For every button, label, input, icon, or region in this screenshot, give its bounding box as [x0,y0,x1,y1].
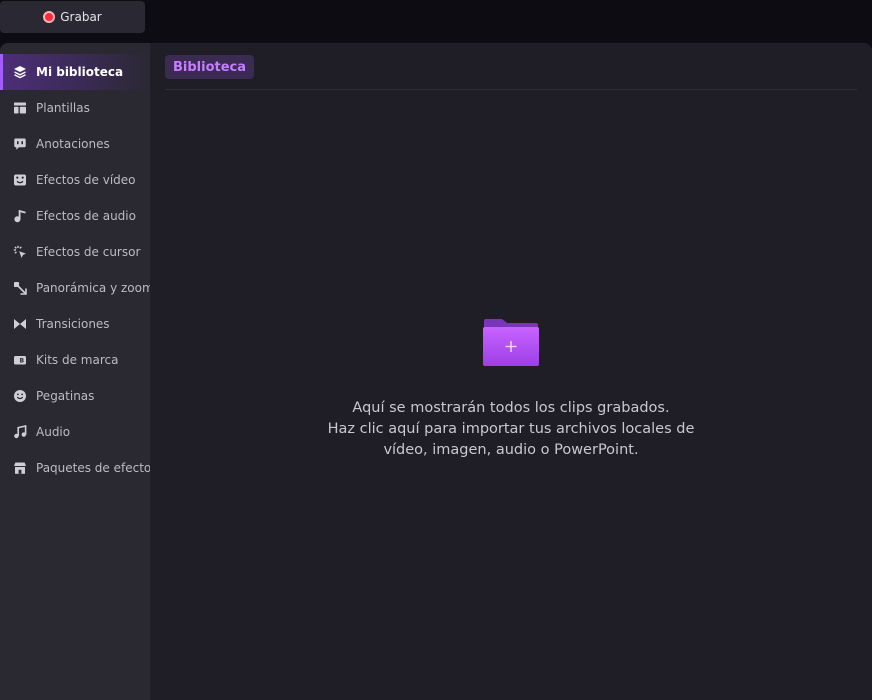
record-button[interactable]: Grabar [0,1,145,33]
sidebar-item-label: Paquetes de efectos [36,461,158,475]
transition-icon [13,317,27,331]
sidebar-item-label: Efectos de vídeo [36,173,136,187]
cursor-click-icon [13,245,27,259]
sidebar-item-label: Kits de marca [36,353,119,367]
tab-biblioteca[interactable]: Biblioteca [165,55,255,79]
sidebar-item-pegatinas[interactable]: Pegatinas [0,378,150,414]
sidebar-item-plantillas[interactable]: Plantillas [0,90,150,126]
record-icon [43,11,56,23]
sidebar-item-label: Audio [36,425,71,439]
sidebar-item-label: Transiciones [36,317,110,331]
sidebar-item-label: Mi biblioteca [36,65,124,79]
brand-kit-icon: B [13,353,27,367]
annotation-icon [13,137,27,151]
sidebar: Mi biblioteca Plantillas Anotaciones Efe… [0,43,158,700]
sidebar-item-efectos-de-video[interactable]: Efectos de vídeo [0,162,150,198]
template-icon [13,101,27,115]
sidebar-item-efectos-de-audio[interactable]: Efectos de audio [0,198,150,234]
sidebar-item-anotaciones[interactable]: Anotaciones [0,126,150,162]
sidebar-item-efectos-de-cursor[interactable]: Efectos de cursor [0,234,150,270]
editor-panel: Mi biblioteca Plantillas Anotaciones Efe… [0,43,872,700]
import-area[interactable]: Aquí se mostrarán todos los clips grabad… [150,318,872,461]
library-panel: Biblioteca Aquí se mostrarán todos los c… [150,43,872,700]
pan-zoom-icon [13,281,27,295]
sidebar-item-label: Efectos de cursor [36,245,141,259]
audio-icon [13,425,27,439]
sidebar-item-audio[interactable]: Audio [0,414,150,450]
record-label: Grabar [60,10,102,24]
empty-state-line: vídeo, imagen, audio o PowerPoint. [383,442,639,458]
divider [165,89,857,90]
svg-text:B: B [20,358,25,365]
sidebar-item-label: Plantillas [36,101,90,115]
empty-state-line: Aquí se mostrarán todos los clips grabad… [352,400,670,416]
sidebar-item-label: Pegatinas [36,389,95,403]
sidebar-item-label: Panorámica y zoom [36,281,154,295]
sticker-icon [13,389,27,403]
empty-state-line: Haz clic aquí para importar tus archivos… [327,421,695,437]
sidebar-item-kits-de-marca[interactable]: B Kits de marca [0,342,150,378]
music-note-icon [13,209,27,223]
store-icon [13,461,27,475]
top-bar: Grabar [0,0,872,42]
video-effects-icon [13,173,27,187]
sidebar-item-transiciones[interactable]: Transiciones [0,306,150,342]
sidebar-item-label: Efectos de audio [36,209,136,223]
sidebar-item-label: Anotaciones [36,137,110,151]
sidebar-item-paquetes-de-efectos[interactable]: Paquetes de efectos [0,450,158,486]
sidebar-item-panoramica-y-zoom[interactable]: Panorámica y zoom [0,270,154,306]
layers-icon [13,65,27,79]
sidebar-item-mi-biblioteca[interactable]: Mi biblioteca [0,54,150,90]
folder-add-icon [483,319,539,366]
